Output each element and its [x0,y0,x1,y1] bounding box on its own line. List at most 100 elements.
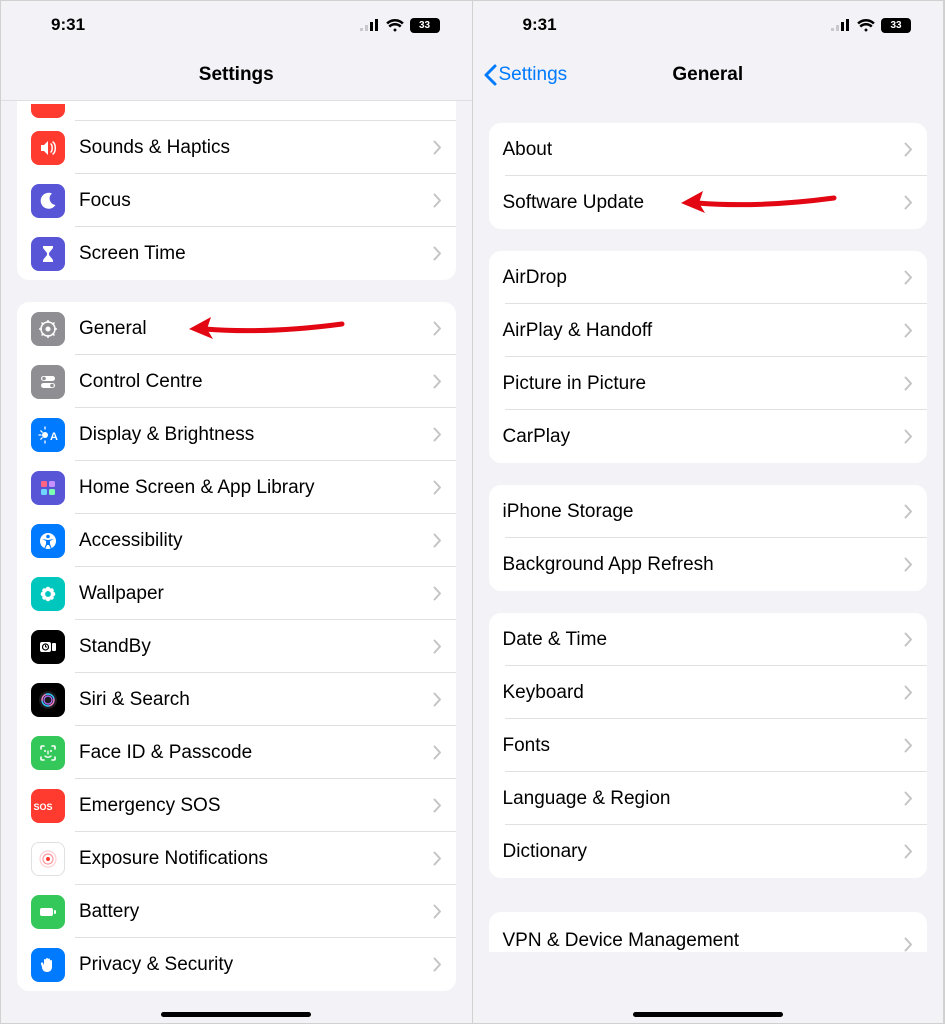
row-label: Focus [79,190,433,212]
sos-icon: SOS [31,789,65,823]
gear-icon [31,312,65,346]
row-label: Exposure Notifications [79,848,433,870]
row-label: VPN & Device Management [503,930,905,952]
row-accessibility[interactable]: Accessibility [17,514,456,567]
row-battery[interactable]: Battery [17,885,456,938]
general-list[interactable]: About Software Update AirDrop AirPlay & Han… [473,101,944,1023]
moon-icon [31,184,65,218]
row-date-time[interactable]: Date & Time [489,613,928,666]
row-sounds-haptics[interactable]: Sounds & Haptics [17,121,456,174]
row-airplay-handoff[interactable]: AirPlay & Handoff [489,304,928,357]
row-label: StandBy [79,636,433,658]
row-language-region[interactable]: Language & Region [489,772,928,825]
row-label: AirPlay & Handoff [503,320,905,342]
row-label: Sounds & Haptics [79,137,433,159]
settings-group: iPhone StorageBackground App Refresh [489,485,928,591]
chevron-right-icon [433,480,442,495]
row-label: Display & Brightness [79,424,433,446]
status-bar: 9:31 33 [1,1,472,49]
chevron-right-icon [433,904,442,919]
wifi-icon [386,19,404,32]
chevron-right-icon [904,791,913,806]
chevron-right-icon [904,376,913,391]
row-focus[interactable]: Focus [17,174,456,227]
back-label: Settings [499,64,568,86]
row-airdrop[interactable]: AirDrop [489,251,928,304]
chevron-right-icon [433,533,442,548]
settings-group: AirDrop AirPlay & Handoff Picture in Pictu… [489,251,928,463]
home-indicator[interactable] [633,1012,783,1017]
row-display-brightness[interactable]: A Display & Brightness [17,408,456,461]
row-carplay[interactable]: CarPlay [489,410,928,463]
row-label: CarPlay [503,426,905,448]
row-dictionary[interactable]: Dictionary [489,825,928,878]
switches-icon [31,365,65,399]
row-background-app-refresh[interactable]: Background App Refresh [489,538,928,591]
battery-icon [31,895,65,929]
row-label: Date & Time [503,629,905,651]
grid-icon [31,471,65,505]
row-standby[interactable]: StandBy [17,620,456,673]
row-iphone-storage[interactable]: iPhone Storage [489,485,928,538]
row-label: Screen Time [79,243,433,265]
general-screen: 9:31 33 Settings General AboutSoftware U… [473,1,945,1023]
row-fonts[interactable]: Fonts [489,719,928,772]
chevron-right-icon [904,632,913,647]
chevron-right-icon [433,639,442,654]
row-label: Software Update [503,192,905,214]
row-label: Face ID & Passcode [79,742,433,764]
siri-icon [31,683,65,717]
settings-screen: 9:31 33 Settings Sounds & Haptics Focus Sc… [1,1,473,1023]
navbar: Settings [1,49,472,101]
row-software-update[interactable]: Software Update [489,176,928,229]
settings-group: Date & Time Keyboard Fonts Language & Regio… [489,613,928,878]
row-siri-search[interactable]: Siri & Search [17,673,456,726]
chevron-right-icon [433,246,442,261]
row-label: Home Screen & App Library [79,477,433,499]
row-label: Fonts [503,735,905,757]
row-home-screen-app-library[interactable]: Home Screen & App Library [17,461,456,514]
battery-icon: 33 [881,18,911,33]
chevron-right-icon [433,374,442,389]
row-label: Privacy & Security [79,954,433,976]
status-time: 9:31 [523,15,557,35]
row-label: AirDrop [503,267,905,289]
chevron-right-icon [433,957,442,972]
chevron-right-icon [904,685,913,700]
settings-group: About Software Update [489,123,928,229]
svg-text:A: A [50,431,58,443]
faceid-icon [31,736,65,770]
settings-group: Sounds & Haptics Focus Screen Time [17,101,456,280]
chevron-right-icon [904,504,913,519]
row-label: Siri & Search [79,689,433,711]
chevron-right-icon [904,323,913,338]
row-emergency-sos[interactable]: SOSEmergency SOS [17,779,456,832]
status-icons: 33 [831,18,911,33]
row-label: Picture in Picture [503,373,905,395]
hand-icon [31,948,65,982]
row-wallpaper[interactable]: Wallpaper [17,567,456,620]
notifications-icon [31,104,65,118]
home-indicator[interactable] [161,1012,311,1017]
row-label: Battery [79,901,433,923]
row-label: Control Centre [79,371,433,393]
settings-list[interactable]: Sounds & Haptics Focus Screen Time General C… [1,101,472,1023]
row-control-centre[interactable]: Control Centre [17,355,456,408]
row-keyboard[interactable]: Keyboard [489,666,928,719]
chevron-right-icon [433,692,442,707]
row-picture-in-picture[interactable]: Picture in Picture [489,357,928,410]
row-face-id-passcode[interactable]: Face ID & Passcode [17,726,456,779]
row-about[interactable]: About [489,123,928,176]
row-exposure-notifications[interactable]: Exposure Notifications [17,832,456,885]
row-vpn-device-management[interactable]: VPN & Device Management [489,912,928,952]
row-screen-time[interactable]: Screen Time [17,227,456,280]
row-general[interactable]: General [17,302,456,355]
exposure-icon [31,842,65,876]
row-privacy-security[interactable]: Privacy & Security [17,938,456,991]
battery-icon: 33 [410,18,440,33]
chevron-right-icon [904,937,913,952]
row-label: Accessibility [79,530,433,552]
back-button[interactable]: Settings [483,64,568,86]
row-label: About [503,139,905,161]
page-title: Settings [199,64,274,86]
